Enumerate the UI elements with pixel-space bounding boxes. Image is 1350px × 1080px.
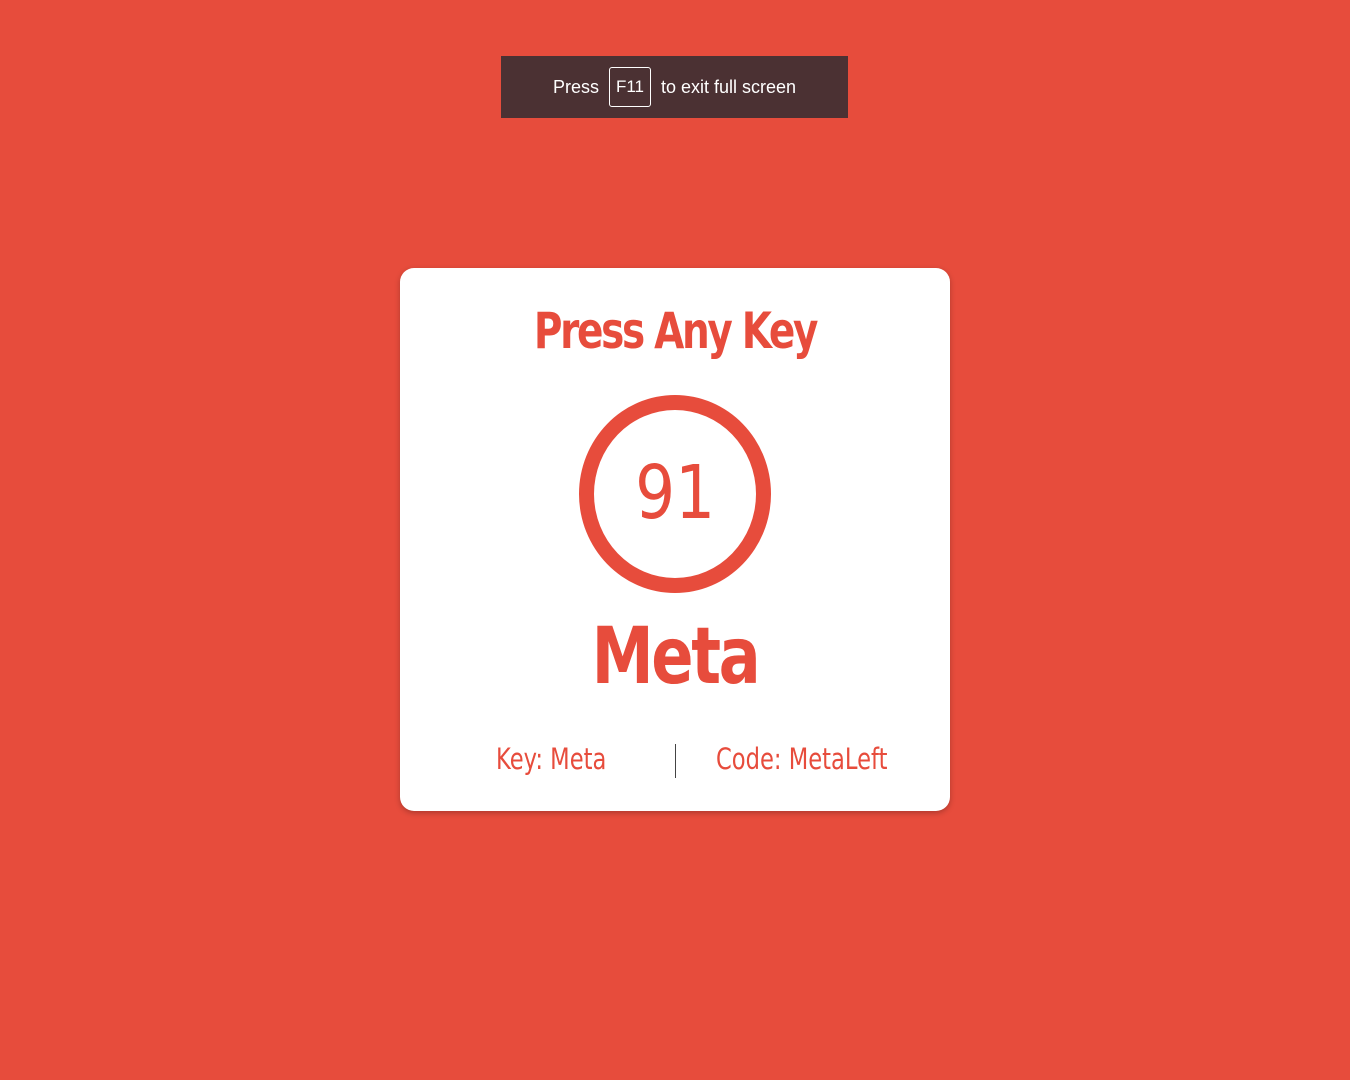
notice-prefix: Press — [552, 76, 599, 97]
notice-suffix: to exit full screen — [660, 76, 797, 97]
key-code-value: 91 — [634, 450, 716, 536]
page-title: Press Any Key — [533, 302, 819, 360]
info-divider — [675, 744, 676, 778]
key-property-label: Key: Meta — [496, 742, 607, 776]
f11-key-badge: F11 — [608, 67, 651, 107]
code-property-label: Code: MetaLeft — [716, 742, 888, 776]
fullscreen-exit-notice: Press F11 to exit full screen — [501, 56, 848, 118]
key-code-circle: 91 — [579, 395, 771, 593]
key-name-display: Meta — [591, 612, 761, 702]
